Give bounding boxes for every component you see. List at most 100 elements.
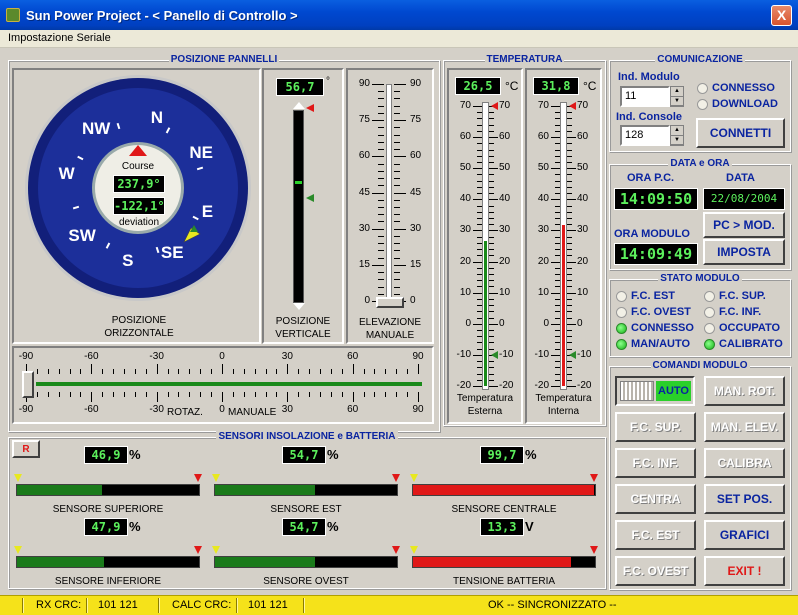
thermo-tick-left: 20 [537,255,549,267]
rot-minor-tick [134,392,136,397]
elev-minor-tick [394,185,400,187]
rot-minor-tick [254,369,256,374]
thermo-minor-tick [489,298,494,300]
rot-minor-tick [363,369,365,374]
elev-tick-line [394,192,406,194]
rot-minor-tick [243,392,245,397]
thermo-fill [484,241,487,386]
radio-download[interactable]: DOWNLOAD [697,98,778,110]
rot-tick-top: 0 [219,351,225,362]
pc-mod-button[interactable]: PC > MOD. [703,212,785,238]
orizzontale-label-1: POSIZIONE [111,315,167,326]
elev-tick-left: 45 [358,186,370,198]
thermo-minor-tick [477,379,482,381]
rot-minor-tick [134,369,136,374]
thermo-minor-tick [567,218,572,219]
sensor-bar-fill [413,485,595,495]
cmd-exit-button[interactable]: EXIT ! [704,556,785,586]
thermo-minor-tick [477,317,482,319]
thermo-tick-left: 20 [459,255,471,267]
spin-down-icon[interactable]: ▼ [671,97,683,106]
rot-minor-tick [69,369,71,374]
thermo-minor-tick [489,361,494,363]
thermo-minor-tick [567,180,572,182]
elev-minor-tick [378,214,384,216]
radio-connesso[interactable]: CONNESSO [697,82,775,94]
rot-tick-line [156,392,158,402]
rot-minor-tick [341,369,343,374]
connetti-button[interactable]: CONNETTI [696,118,785,148]
stato-label: F.C. INF. [719,306,762,318]
elevazione-slider[interactable] [376,297,404,308]
ind-console-input[interactable]: 128 [620,125,670,146]
imposta-button[interactable]: IMPOSTA [703,239,785,265]
cmd-set-pos-button[interactable]: SET POS. [704,484,785,514]
ind-console-spinner[interactable]: ▲ ▼ [670,125,684,146]
rot-minor-tick [320,392,321,397]
cmd-centra-button[interactable]: CENTRA [615,484,696,514]
reset-button[interactable]: R [12,440,40,458]
sensor-min-pointer-icon [14,474,22,482]
thermo-tick-line [489,230,498,232]
cmd-man-elev-button[interactable]: MAN. ELEV. [704,412,785,442]
thermo-tick-line [551,292,560,294]
status-led-icon [616,306,627,318]
elev-tick-right: 60 [410,150,422,162]
sensor-max-pointer-icon [194,546,202,554]
close-button[interactable]: X [771,5,792,26]
menu-impostazione-seriale[interactable]: Impostazione Seriale [8,32,111,44]
rot-minor-tick [178,369,180,374]
rot-tick-line [91,392,93,402]
auto-toggle[interactable]: AUTO [615,376,695,406]
cmd-f-c-inf-button[interactable]: F.C. INF. [615,448,696,478]
thermo-tick-line [551,230,560,232]
elev-minor-tick [378,163,384,165]
elevazione-label-1: ELEVAZIONE [358,317,422,328]
thermo-tick-right: 10 [577,286,589,298]
verticale-up-icon [293,102,305,109]
elevazione-track [386,84,392,302]
elev-tick-right: 15 [410,258,422,270]
cmd-f-c-est-button[interactable]: F.C. EST [615,520,696,550]
spin-down-icon[interactable]: ▼ [671,136,683,145]
thermo-minor-tick [555,162,560,163]
thermo-minor-tick [477,186,482,188]
rot-minor-tick [189,369,191,374]
elev-tick-line [394,228,406,230]
ind-modulo-spinner[interactable]: ▲ ▼ [670,86,684,107]
thermo-minor-tick [477,286,482,288]
thermo-minor-tick [477,311,482,313]
elev-minor-tick [394,243,400,245]
spin-up-icon[interactable]: ▲ [671,126,683,136]
rot-minor-tick [80,369,82,374]
thermo-minor-tick [567,373,572,375]
ind-console-label: Ind. Console [616,111,682,123]
cmd-man-rot-button[interactable]: MAN. ROT. [704,376,785,406]
sensor-bar [412,556,596,568]
ind-modulo-input[interactable]: 11 [620,86,670,107]
cmd-grafici-button[interactable]: GRAFICI [704,520,785,550]
rot-minor-tick [58,392,60,397]
rot-minor-tick [211,369,213,374]
spin-up-icon[interactable]: ▲ [671,87,683,97]
elev-tick-left: 0 [364,295,370,306]
rotazione-slider[interactable] [22,371,34,398]
cmd-f-c-ovest-button[interactable]: F.C. OVEST [615,556,696,586]
thermo-tick-left: 10 [537,286,549,298]
elev-minor-tick [378,272,384,274]
sensor-value-1: 54,7 [282,446,326,464]
rot-tick-line [222,392,223,402]
stato-label: F.C. SUP. [719,290,766,302]
thermo-tick-right: -20 [577,380,592,391]
temp-interna-value: 31,8 [533,77,579,95]
rot-minor-tick [113,369,115,374]
thermo-minor-tick [555,180,560,182]
thermo-minor-tick [567,336,572,338]
elev-minor-tick [378,91,384,93]
temperatura-title: TEMPERATURA [484,54,565,65]
thermo-minor-tick [567,130,572,132]
cmd-calibra-button[interactable]: CALIBRA [704,448,785,478]
rot-minor-tick [330,392,332,397]
rot-tick-top: -60 [84,351,99,362]
cmd-f-c-sup-button[interactable]: F.C. SUP. [615,412,696,442]
